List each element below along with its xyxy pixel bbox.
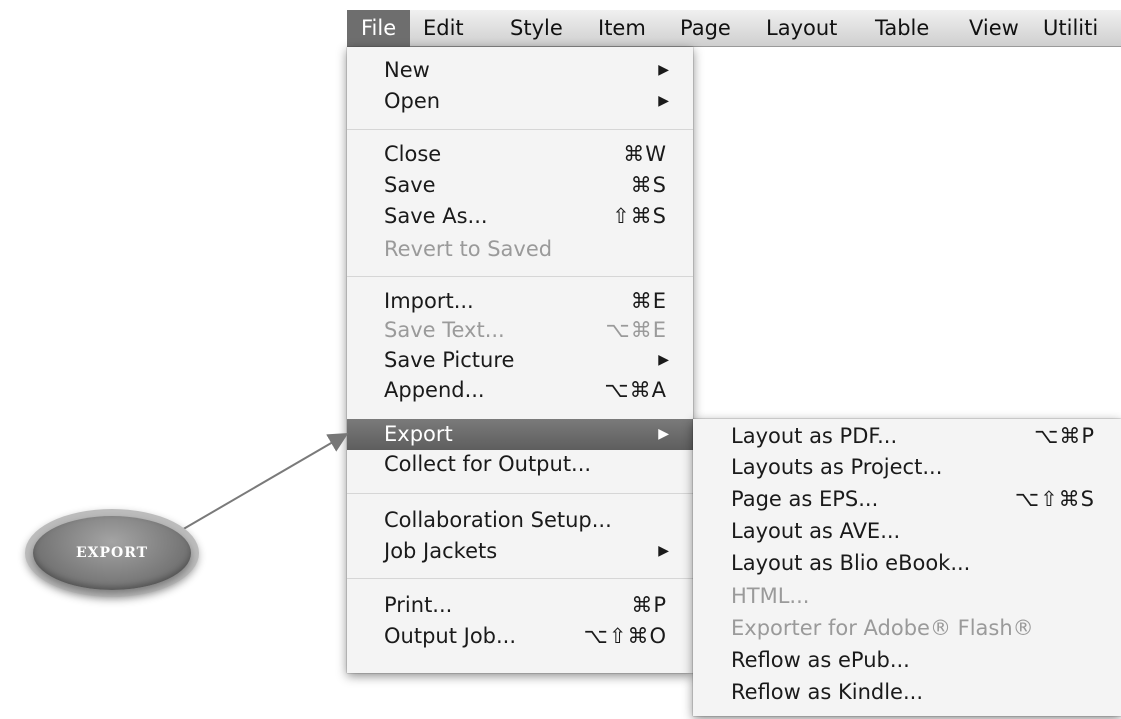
menu-bar: File Edit Style Item Page Layout Table V… bbox=[347, 10, 1121, 47]
menu-item-label: Open bbox=[384, 89, 441, 113]
submenu-item-page-as-eps[interactable]: Page as EPS... ⌥⇧⌘S bbox=[693, 486, 1121, 513]
menu-item-save-as[interactable]: Save As... ⇧⌘S bbox=[347, 203, 693, 230]
shortcut-label: ⌘S bbox=[630, 173, 667, 197]
menu-item[interactable]: Item bbox=[598, 10, 646, 47]
submenu-item-reflow-as-kindle[interactable]: Reflow as Kindle... bbox=[693, 679, 1121, 706]
submenu-arrow-icon: ▶ bbox=[658, 62, 669, 78]
menu-item-label: Layout as PDF... bbox=[731, 424, 898, 448]
export-submenu: Layout as PDF... ⌥⌘P Layouts as Project.… bbox=[693, 419, 1121, 716]
menu-item-open[interactable]: Open ▶ bbox=[347, 88, 693, 115]
submenu-arrow-icon: ▶ bbox=[658, 352, 669, 368]
submenu-arrow-icon: ▶ bbox=[658, 426, 669, 442]
submenu-item-layout-as-ave[interactable]: Layout as AVE... bbox=[693, 518, 1121, 545]
menu-item-output-job[interactable]: Output Job... ⌥⇧⌘O bbox=[347, 623, 693, 650]
menu-item-label: Print... bbox=[384, 593, 453, 617]
menu-item-label: Reflow as ePub... bbox=[731, 648, 910, 672]
menu-item-export[interactable]: Export ▶ bbox=[347, 419, 693, 450]
menu-separator bbox=[347, 578, 693, 579]
file-menu: New ▶ Open ▶ Close ⌘W Save ⌘S Save As...… bbox=[347, 47, 693, 673]
shortcut-label: ⇧⌘S bbox=[612, 204, 667, 228]
menu-item-label: New bbox=[384, 58, 430, 82]
shortcut-label: ⌥⌘E bbox=[605, 318, 667, 342]
menu-item-collect-for-output[interactable]: Collect for Output... bbox=[347, 451, 693, 478]
menu-item-label: Exporter for Adobe® Flash® bbox=[731, 616, 1034, 640]
shortcut-label: ⌥⇧⌘S bbox=[1014, 487, 1095, 511]
menu-layout[interactable]: Layout bbox=[766, 10, 837, 47]
submenu-item-layout-as-pdf[interactable]: Layout as PDF... ⌥⌘P bbox=[693, 423, 1121, 450]
menu-view[interactable]: View bbox=[969, 10, 1019, 47]
menu-separator bbox=[347, 276, 693, 277]
menu-utilities[interactable]: Utiliti bbox=[1043, 10, 1098, 47]
menu-item-label: Save Text... bbox=[384, 318, 505, 342]
shortcut-label: ⌥⌘A bbox=[604, 378, 667, 402]
submenu-arrow-icon: ▶ bbox=[658, 93, 669, 109]
menu-separator bbox=[347, 129, 693, 130]
menu-item-label: Export bbox=[384, 422, 453, 446]
menu-table[interactable]: Table bbox=[875, 10, 929, 47]
menu-item-save[interactable]: Save ⌘S bbox=[347, 172, 693, 199]
menu-item-label: Import... bbox=[384, 289, 474, 313]
submenu-item-layouts-as-project[interactable]: Layouts as Project... bbox=[693, 454, 1121, 481]
submenu-item-reflow-as-epub[interactable]: Reflow as ePub... bbox=[693, 647, 1121, 674]
submenu-arrow-icon: ▶ bbox=[658, 543, 669, 559]
menu-item-label: HTML... bbox=[731, 584, 810, 608]
shortcut-label: ⌥⇧⌘O bbox=[583, 624, 667, 648]
menu-item-label: Collect for Output... bbox=[384, 452, 592, 476]
menu-file[interactable]: File bbox=[347, 10, 411, 47]
menu-item-import[interactable]: Import... ⌘E bbox=[347, 288, 693, 315]
menu-item-label: Layout as AVE... bbox=[731, 519, 901, 543]
submenu-item-html: HTML... bbox=[693, 583, 1121, 610]
shortcut-label: ⌘E bbox=[630, 289, 667, 313]
menu-page[interactable]: Page bbox=[680, 10, 731, 47]
menu-item-append[interactable]: Append... ⌥⌘A bbox=[347, 377, 693, 404]
menu-item-label: Layout as Blio eBook... bbox=[731, 551, 971, 575]
menu-item-collaboration-setup[interactable]: Collaboration Setup... bbox=[347, 507, 693, 534]
menu-item-label: Save As... bbox=[384, 204, 488, 228]
menu-separator bbox=[347, 493, 693, 494]
shortcut-label: ⌘W bbox=[623, 142, 667, 166]
menu-item-label: Page as EPS... bbox=[731, 487, 879, 511]
menu-item-label: Append... bbox=[384, 378, 485, 402]
menu-item-label: Layouts as Project... bbox=[731, 455, 943, 479]
menu-item-label: Save bbox=[384, 173, 436, 197]
menu-item-save-picture[interactable]: Save Picture ▶ bbox=[347, 347, 693, 374]
shortcut-label: ⌘P bbox=[631, 593, 667, 617]
menu-item-label: Reflow as Kindle... bbox=[731, 680, 924, 704]
menu-item-label: Output Job... bbox=[384, 624, 517, 648]
menu-style[interactable]: Style bbox=[510, 10, 563, 47]
menu-item-label: Save Picture bbox=[384, 348, 515, 372]
menu-item-label: Revert to Saved bbox=[384, 237, 553, 261]
menu-item-save-text: Save Text... ⌥⌘E bbox=[347, 317, 693, 344]
submenu-item-exporter-for-flash: Exporter for Adobe® Flash® bbox=[693, 615, 1121, 642]
callout-badge: EXPORT bbox=[33, 516, 191, 590]
submenu-item-layout-as-blio-ebook[interactable]: Layout as Blio eBook... bbox=[693, 550, 1121, 577]
menu-item-new[interactable]: New ▶ bbox=[347, 57, 693, 84]
menu-item-job-jackets[interactable]: Job Jackets ▶ bbox=[347, 538, 693, 565]
menu-item-close[interactable]: Close ⌘W bbox=[347, 141, 693, 168]
menu-edit[interactable]: Edit bbox=[423, 10, 464, 47]
menu-item-label: Job Jackets bbox=[384, 539, 498, 563]
shortcut-label: ⌥⌘P bbox=[1034, 424, 1095, 448]
menu-item-label: Collaboration Setup... bbox=[384, 508, 612, 532]
menu-item-print[interactable]: Print... ⌘P bbox=[347, 592, 693, 619]
menu-item-revert-to-saved: Revert to Saved bbox=[347, 236, 693, 263]
menu-item-label: Close bbox=[384, 142, 442, 166]
